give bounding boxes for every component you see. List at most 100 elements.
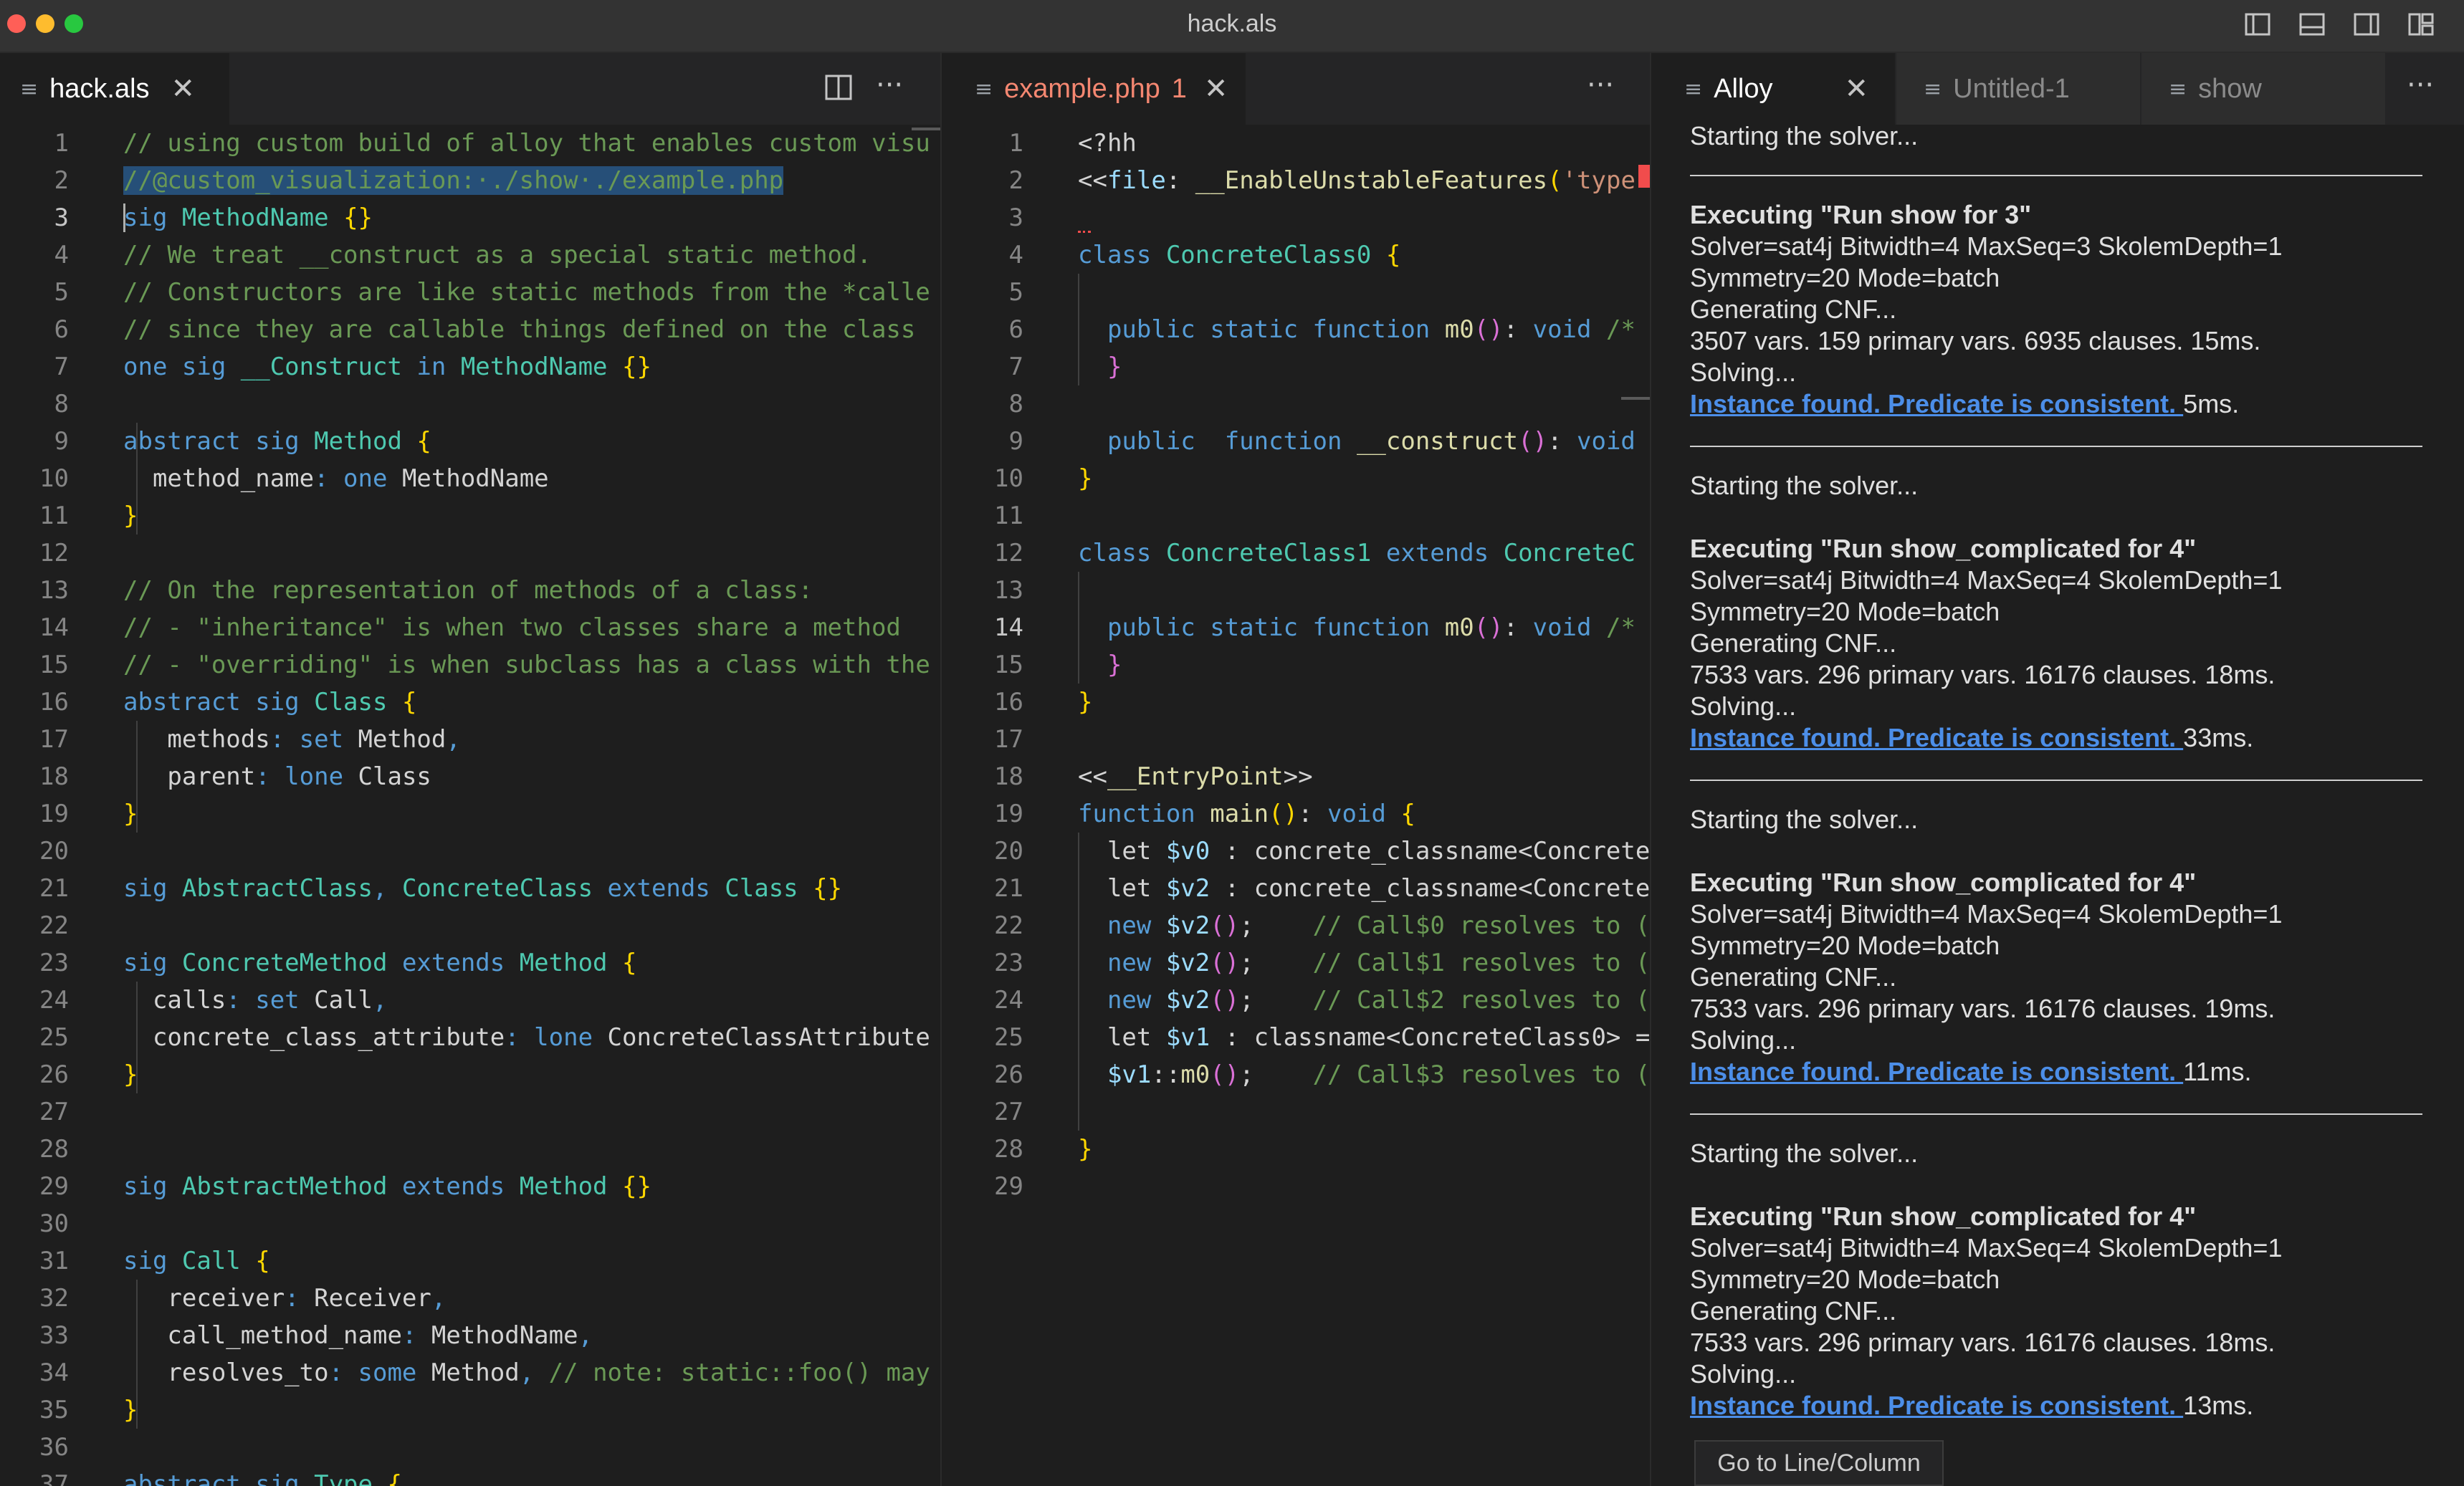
code-line[interactable]: } <box>1078 348 1122 385</box>
more-actions-icon[interactable]: ··· <box>1587 69 1614 102</box>
code-line[interactable]: // We treat __construct as a special sta… <box>123 236 872 274</box>
tab-hack-als[interactable]: ≡ hack.als ✕ <box>0 53 229 125</box>
code-line[interactable]: //@custom_visualization:·./show·./exampl… <box>123 162 784 199</box>
line-number: 32 <box>39 1284 69 1313</box>
code-line[interactable]: abstract sig Method { <box>123 423 431 460</box>
code-line[interactable]: sig AbstractMethod extends Method {} <box>123 1168 651 1205</box>
code-line[interactable]: public function __construct(): void <box>1078 423 1635 460</box>
code-line[interactable]: sig ConcreteMethod extends Method { <box>123 944 636 982</box>
code-line[interactable]: let $v1 : classname<ConcreteClass0> = <box>1078 1019 1650 1056</box>
code-line[interactable]: class ConcreteClass0 { <box>1078 236 1400 274</box>
code-token: () <box>1269 800 1299 828</box>
code-token: MethodName <box>181 203 344 232</box>
more-actions-icon[interactable]: ··· <box>2407 69 2434 102</box>
code-line[interactable]: <<file: __EnableUnstableFeatures('type <box>1078 162 1635 199</box>
toggle-primary-sidebar-icon[interactable] <box>2243 10 2272 39</box>
code-token: __Construct <box>240 353 417 381</box>
tab-untitled-1[interactable]: ≡ Untitled-1 <box>1896 53 2140 125</box>
code-line[interactable]: sig MethodName {} <box>123 199 373 236</box>
code-line[interactable]: parent: lone Class <box>123 758 431 795</box>
code-line[interactable]: } <box>1078 684 1092 721</box>
code-line[interactable]: $v1::m0(); // Call$3 resolves to ( <box>1078 1056 1650 1093</box>
line-number: 28 <box>994 1135 1023 1164</box>
close-icon[interactable]: ✕ <box>171 72 196 105</box>
split-editor-icon[interactable] <box>824 73 853 109</box>
code-line[interactable]: call_method_name: MethodName, <box>123 1317 593 1354</box>
code-line[interactable]: } <box>1078 1131 1092 1168</box>
code-token: :: <box>1151 1060 1181 1089</box>
code-token: // note: static::foo() may <box>548 1358 930 1387</box>
code-line[interactable]: abstract sig Type { <box>123 1466 402 1486</box>
code-line[interactable]: <<__EntryPoint>> <box>1078 758 1313 795</box>
toggle-panel-icon[interactable] <box>2298 10 2326 39</box>
code-line[interactable]: method_name: one MethodName <box>123 460 549 497</box>
code-line[interactable]: abstract sig Class { <box>123 684 416 721</box>
instance-found-link[interactable]: Instance found. Predicate is consistent. <box>1690 723 2183 752</box>
code-line[interactable]: // since they are callable things define… <box>123 311 915 348</box>
line-number: 22 <box>39 911 69 940</box>
line-number: 29 <box>39 1172 69 1201</box>
code-line[interactable]: receiver: Receiver, <box>123 1280 446 1317</box>
code-line[interactable]: one sig __Construct in MethodName {} <box>123 348 651 385</box>
code-line[interactable]: sig AbstractClass, ConcreteClass extends… <box>123 870 842 907</box>
middle-code-editor[interactable]: 1 <?hh 2 <<file: __EnableUnstableFeatures('… <box>942 125 1650 1486</box>
code-line[interactable]: <?hh <box>1078 125 1137 162</box>
code-line[interactable]: } <box>1078 460 1092 497</box>
code-token: abstract sig <box>123 427 315 456</box>
left-code-editor[interactable]: 1 // using custom build of alloy that ena… <box>0 125 940 1486</box>
code-line[interactable]: public static function m0(): void /* <box>1078 311 1635 348</box>
toggle-secondary-sidebar-icon[interactable] <box>2352 10 2381 39</box>
code-line[interactable]: calls: set Call, <box>123 982 388 1019</box>
code-line[interactable]: // using custom build of alloy that enab… <box>123 125 930 162</box>
line-number: 13 <box>39 576 69 605</box>
solver-log-line: Solver=sat4j Bitwidth=4 MaxSeq=4 SkolemD… <box>1690 899 2283 929</box>
code-line[interactable]: // Constructors are like static methods … <box>123 274 930 311</box>
tab-show[interactable]: ≡ show <box>2141 53 2385 125</box>
code-line[interactable]: new $v2(); // Call$0 resolves to ( <box>1078 907 1650 944</box>
code-line[interactable]: // On the representation of methods of a… <box>123 572 813 609</box>
code-line[interactable]: new $v2(); // Call$2 resolves to ( <box>1078 982 1650 1019</box>
indent-guide <box>136 982 138 1093</box>
solver-log-line: 7533 vars. 296 primary vars. 16176 claus… <box>1690 1328 2276 1357</box>
code-line[interactable]: public static function m0(): void /* <box>1078 609 1635 646</box>
code-token: concrete_class_attribute <box>123 1023 505 1052</box>
code-line[interactable]: resolves_to: some Method, // note: stati… <box>123 1354 930 1391</box>
code-line[interactable]: class ConcreteClass1 extends ConcreteC <box>1078 535 1635 572</box>
code-line[interactable]: function main(): void { <box>1078 795 1415 833</box>
file-icon: ≡ <box>1684 76 1703 102</box>
tab-alloy[interactable]: ≡ Alloy ✕ <box>1651 53 1895 125</box>
code-line[interactable]: sig Call { <box>123 1242 270 1280</box>
solver-log-line: Solving... <box>1690 358 1797 387</box>
line-number: 27 <box>994 1098 1023 1126</box>
code-token: Call <box>314 986 373 1015</box>
code-line[interactable]: // - "inheritance" is when two classes s… <box>123 609 901 646</box>
code-line[interactable]: new $v2(); // Call$1 resolves to ( <box>1078 944 1650 982</box>
code-token: extends <box>401 1172 520 1201</box>
code-token: AbstractMethod <box>181 1172 402 1201</box>
code-line[interactable]: } <box>1078 646 1122 684</box>
customize-layout-icon[interactable] <box>2407 10 2435 39</box>
close-icon[interactable]: ✕ <box>1204 72 1228 105</box>
code-token: () <box>1210 949 1240 977</box>
code-line[interactable]: methods: set Method, <box>123 721 460 758</box>
run-command-heading: Executing "Run show_complicated for 4" <box>1690 868 2197 897</box>
indent-guide <box>136 721 138 833</box>
instance-found-link[interactable]: Instance found. Predicate is consistent. <box>1690 389 2183 418</box>
code-line[interactable]: let $v2 : concrete_classname<Concrete <box>1078 870 1650 907</box>
instance-found-link[interactable]: Instance found. Predicate is consistent. <box>1690 1391 2183 1420</box>
tab-example-php[interactable]: ≡ example.php 1 ✕ <box>942 53 1246 125</box>
code-line[interactable]: let $v0 : concrete_classname<Concrete <box>1078 833 1650 870</box>
instance-found-link[interactable]: Instance found. Predicate is consistent. <box>1690 1057 2183 1086</box>
line-number: 25 <box>994 1023 1023 1052</box>
code-token: {} <box>622 1172 651 1201</box>
code-line[interactable]: // - "overriding" is when subclass has a… <box>123 646 930 684</box>
editor-divider[interactable] <box>940 53 942 1486</box>
more-actions-icon[interactable]: ··· <box>876 69 903 102</box>
file-icon: ≡ <box>1924 76 1942 102</box>
close-icon[interactable]: ✕ <box>1845 72 1869 105</box>
code-line[interactable]: concrete_class_attribute: lone ConcreteC… <box>123 1019 930 1056</box>
code-token: extends <box>401 949 520 977</box>
line-number: 26 <box>39 1060 69 1089</box>
solver-log-line: Solving... <box>1690 691 1797 721</box>
code-token: { <box>401 688 417 716</box>
